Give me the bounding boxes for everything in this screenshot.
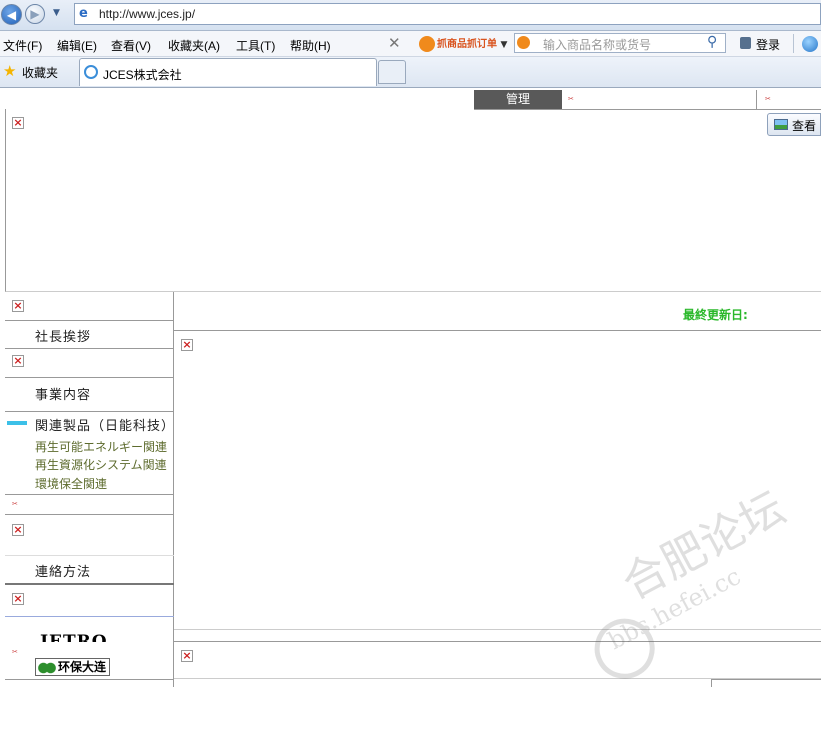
last-updated-label: 最終更新日:	[683, 308, 748, 322]
new-tab-button[interactable]	[378, 60, 406, 84]
browser-tab[interactable]: JCES株式会社	[79, 58, 377, 86]
broken-image-icon: ✂	[568, 95, 574, 103]
url-field[interactable]: e http://www.jces.jp/	[74, 3, 821, 25]
image-icon	[774, 119, 788, 130]
divider	[5, 555, 174, 556]
broken-image-icon: ×	[12, 592, 24, 605]
active-indicator	[7, 421, 27, 425]
divider	[5, 679, 174, 680]
broken-image-icon: ×	[12, 299, 24, 312]
chevron-down-icon: ▼	[53, 8, 60, 18]
back-button[interactable]: ◀	[1, 4, 22, 25]
chevron-down-icon: ▼	[500, 40, 508, 50]
broken-image-icon: ×	[181, 649, 193, 662]
sidebar-item-contact[interactable]: 連絡方法	[35, 561, 91, 580]
login-icon	[740, 37, 751, 49]
page-favicon-icon	[84, 65, 98, 79]
menu-file[interactable]: 文件(F)	[3, 37, 42, 54]
admin-tab[interactable]: 管理	[474, 90, 562, 109]
divider	[5, 583, 174, 585]
divider	[5, 514, 174, 515]
broken-image-icon: ×	[181, 338, 193, 351]
view-image-button[interactable]: 查看	[767, 113, 821, 136]
search-icon[interactable]: ⚲	[707, 34, 717, 50]
globe-icon[interactable]	[802, 36, 818, 52]
broken-image-icon: ×	[12, 116, 24, 129]
address-bar-area: ◀ ▶ ▼ e http://www.jces.jp/	[0, 0, 821, 31]
search-input[interactable]: 输入商品名称或货号 ⚲	[514, 33, 726, 53]
menu-edit[interactable]: 编辑(E)	[57, 37, 97, 54]
divider	[5, 494, 174, 495]
sidebar-item-greeting[interactable]: 社長挨拶	[35, 326, 91, 345]
close-toolbar-icon[interactable]: ✕	[388, 34, 401, 52]
menu-tools[interactable]: 工具(T)	[236, 37, 275, 54]
arrow-left-icon: ◀	[6, 7, 17, 22]
jetro-logo[interactable]: JETRO	[40, 632, 108, 642]
ie-page-icon: e	[79, 6, 88, 21]
menu-favorites[interactable]: 收藏夹(A)	[168, 37, 220, 54]
divider	[5, 616, 174, 617]
eco-badge-label: 环保大连	[58, 660, 107, 674]
view-button-label: 查看	[792, 119, 817, 133]
sub-link-recycling[interactable]: 再生資源化システム関連	[35, 456, 167, 473]
search-placeholder: 输入商品名称或货号	[543, 38, 652, 52]
divider	[5, 411, 174, 412]
url-text: http://www.jces.jp/	[99, 7, 196, 21]
sidebar-item-related-products[interactable]: 関連製品（日能科技）	[35, 415, 175, 434]
broken-image-icon: ×	[12, 523, 24, 536]
arrow-right-icon: ▶	[30, 7, 40, 21]
favorites-bar: ★ 收藏夹 JCES株式会社	[0, 57, 821, 88]
header-image-placeholder	[5, 109, 821, 292]
toolbar-logo-label: 抓商品抓订单	[437, 39, 497, 50]
divider	[5, 348, 174, 349]
star-icon[interactable]: ★	[3, 62, 16, 80]
toolbar-logo-button[interactable]: 抓商品抓订单 ▼	[419, 35, 507, 52]
owl-icon	[517, 36, 530, 49]
leaf-icon	[38, 661, 56, 674]
sidebar-item-business[interactable]: 事業内容	[35, 384, 91, 403]
broken-image-icon: ×	[12, 354, 24, 367]
divider	[756, 90, 757, 109]
forward-button[interactable]: ▶	[25, 4, 45, 24]
broken-image-icon: ✂	[12, 648, 18, 656]
eco-dalian-badge[interactable]: 环保大连	[35, 658, 110, 676]
menu-help[interactable]: 帮助(H)	[290, 37, 331, 54]
owl-icon	[419, 36, 435, 52]
divider	[5, 377, 174, 378]
separator	[793, 34, 794, 53]
footer-box	[711, 679, 821, 687]
login-button[interactable]: 登录	[756, 36, 780, 53]
menu-bar: 文件(F) 编辑(E) 查看(V) 收藏夹(A) 工具(T) 帮助(H) ✕ 抓…	[0, 31, 821, 57]
divider	[5, 320, 174, 321]
tab-title: JCES株式会社	[103, 68, 182, 82]
broken-image-icon: ✂	[12, 500, 18, 508]
favorites-button[interactable]: 收藏夹	[22, 64, 58, 81]
sub-link-environment[interactable]: 環境保全関連	[35, 475, 107, 492]
broken-image-icon: ✂	[765, 95, 771, 103]
sub-link-renewable[interactable]: 再生可能エネルギー関連	[35, 438, 167, 455]
history-dropdown-button[interactable]: ▼	[53, 8, 60, 18]
menu-view[interactable]: 查看(V)	[111, 37, 151, 54]
